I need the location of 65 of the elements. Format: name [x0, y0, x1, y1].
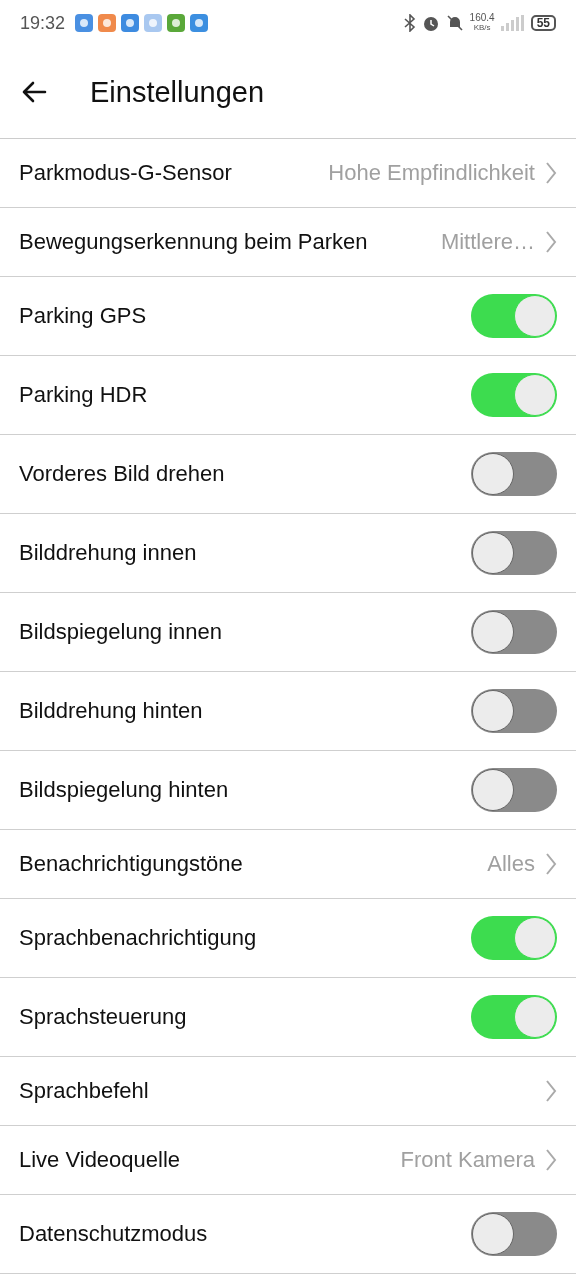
app-icon — [121, 14, 140, 32]
setting-value: Mittlere… — [440, 229, 535, 255]
setting-label: Live Videoquelle — [19, 1147, 182, 1173]
battery-indicator: 55 — [530, 15, 556, 31]
setting-label: Bildspiegelung innen — [19, 619, 224, 645]
toggle-row[interactable]: Bilddrehung innen — [0, 514, 576, 593]
toggle-row[interactable]: Parking GPS — [0, 277, 576, 356]
setting-label: Bewegungserkennung beim Parken — [19, 229, 369, 255]
alarm-icon — [421, 14, 440, 32]
setting-value: Hohe Empfindlichkeit — [328, 160, 535, 186]
toggle-switch[interactable] — [471, 916, 557, 960]
setting-row[interactable]: Live Videoquelle Front Kamera — [0, 1126, 576, 1195]
toggle-switch[interactable] — [471, 689, 557, 733]
setting-row[interactable]: Parkmodus-G-Sensor Hohe Empfindlichkeit — [0, 139, 576, 208]
toggle-row[interactable]: Parking HDR — [0, 356, 576, 435]
signal-icon — [500, 15, 525, 31]
app-icon — [75, 14, 94, 32]
app-icon — [144, 14, 163, 32]
setting-label: Parking GPS — [19, 303, 148, 329]
setting-value: Front Kamera — [400, 1147, 535, 1173]
toggle-row[interactable]: Datenschutzmodus — [0, 1195, 576, 1274]
setting-label: Benachrichtigungstöne — [19, 851, 244, 877]
app-icon — [167, 14, 186, 32]
setting-row[interactable]: Sprachbefehl — [0, 1057, 576, 1126]
network-speed-unit: KB/s — [473, 23, 491, 33]
setting-row[interactable]: Benachrichtigungstöne Alles — [0, 830, 576, 899]
setting-label: Vorderes Bild drehen — [19, 461, 226, 487]
toggle-switch[interactable] — [471, 294, 557, 338]
setting-row[interactable]: Bewegungserkennung beim Parken Mittlere… — [0, 208, 576, 277]
app-icon — [190, 14, 209, 32]
setting-label: Parkmodus-G-Sensor — [19, 160, 233, 186]
back-arrow-icon[interactable] — [21, 81, 47, 103]
setting-label: Sprachbefehl — [19, 1078, 150, 1104]
toggle-switch[interactable] — [471, 452, 557, 496]
setting-label: Bilddrehung hinten — [19, 698, 204, 724]
toggle-switch[interactable] — [471, 610, 557, 654]
toggle-switch[interactable] — [471, 373, 557, 417]
toggle-switch[interactable] — [471, 995, 557, 1039]
network-speed: 160.4 — [469, 13, 495, 23]
toggle-switch[interactable] — [471, 531, 557, 575]
chevron-icon — [545, 1148, 557, 1172]
page-title: Einstellungen — [90, 75, 265, 109]
toggle-switch[interactable] — [471, 768, 557, 812]
setting-label: Sprachbenachrichtigung — [19, 925, 258, 951]
toggle-row[interactable]: Bildspiegelung innen — [0, 593, 576, 672]
toggle-row[interactable]: Vorderes Bild drehen — [0, 435, 576, 514]
chevron-icon — [545, 1079, 557, 1103]
chevron-icon — [545, 161, 557, 185]
setting-value: Alles — [487, 851, 535, 877]
bluetooth-icon — [403, 14, 416, 32]
setting-label: Parking HDR — [19, 382, 149, 408]
toggle-row[interactable]: Bilddrehung hinten — [0, 672, 576, 751]
status-time: 19:32 — [20, 12, 66, 34]
setting-label: Bilddrehung innen — [19, 540, 198, 566]
toggle-row[interactable]: Sprachsteuerung — [0, 978, 576, 1057]
toggle-switch[interactable] — [471, 1212, 557, 1256]
muted-bell-icon — [445, 14, 464, 32]
chevron-icon — [545, 230, 557, 254]
app-icon — [98, 14, 117, 32]
setting-label: Sprachsteuerung — [19, 1004, 188, 1030]
toggle-row[interactable]: Sprachbenachrichtigung — [0, 899, 576, 978]
toggle-row[interactable]: Bildspiegelung hinten — [0, 751, 576, 830]
setting-label: Bildspiegelung hinten — [19, 777, 230, 803]
chevron-icon — [545, 852, 557, 876]
setting-label: Datenschutzmodus — [19, 1221, 209, 1247]
